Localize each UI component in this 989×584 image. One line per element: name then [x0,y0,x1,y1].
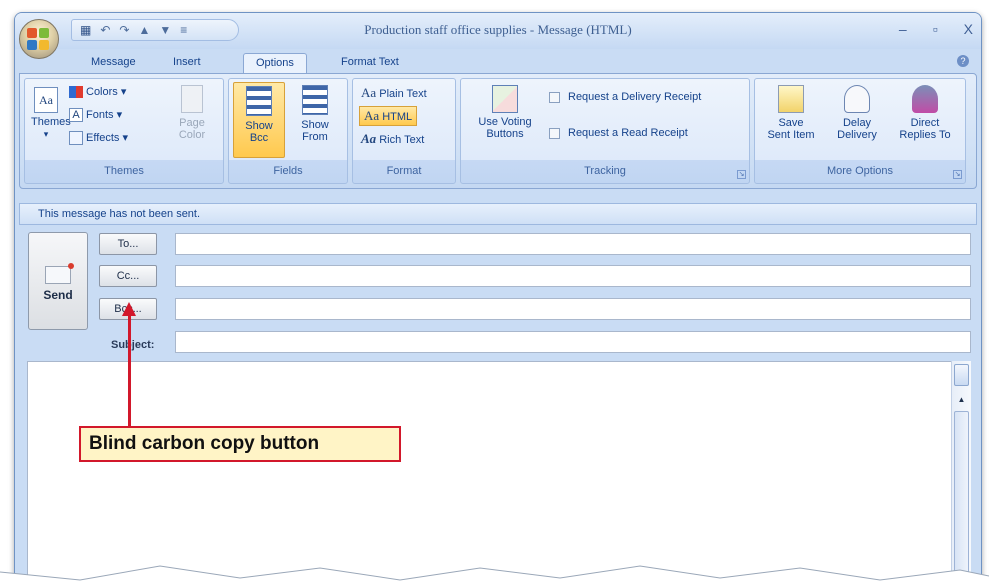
show-bcc-icon [246,86,272,116]
to-button[interactable]: To... [99,233,157,255]
tracking-group-label: Tracking [584,165,626,177]
rich-text-button[interactable]: Aa Rich Text [361,131,424,147]
page-color-button[interactable]: Page Color [173,85,211,141]
callout-line [128,314,131,428]
themes-icon: Aa [34,87,58,113]
minimize-button[interactable]: – [899,21,907,37]
dialog-launcher-icon[interactable]: ↘ [737,170,746,179]
to-field[interactable] [175,233,971,255]
themes-group-label: Themes [104,165,144,177]
dialog-launcher-icon[interactable]: ↘ [953,170,962,179]
clock-icon [844,85,870,113]
scroll-thumb[interactable] [954,411,969,584]
send-button[interactable]: Send [28,232,88,330]
office-button[interactable] [19,19,59,59]
page-color-icon [181,85,203,113]
maximize-button[interactable]: ▫ [933,21,938,37]
html-icon: Aa [364,108,380,123]
tab-message[interactable]: Message [79,53,148,73]
read-receipt-checkbox[interactable]: Request a Read Receipt [549,127,688,139]
fonts-icon: A [69,108,83,123]
tab-format-text[interactable]: Format Text [329,53,411,73]
ribbon: Aa Themes ▾ Colors ▾ A Fonts ▾ Effects ▾ P… [19,73,977,189]
office-logo-icon [27,28,51,50]
plain-text-icon: Aa [361,85,377,100]
format-group-label: Format [386,165,422,177]
title-bar: ▦ ↶ ↷ ▲ ▼ ≡ Production staff office supp… [15,13,981,59]
format-group: Aa Plain Text Aa HTML Aa Rich Text Forma… [352,78,456,184]
message-window: ▦ ↶ ↷ ▲ ▼ ≡ Production staff office supp… [14,12,982,584]
show-from-button[interactable]: Show From [289,85,341,143]
checkbox-icon [549,91,560,103]
themes-button[interactable]: Aa Themes ▾ [31,87,71,140]
subject-field[interactable] [175,331,971,353]
fields-group: Show Bcc Show From Fields [228,78,348,184]
save-sent-item-button[interactable]: Save Sent Item [759,85,823,141]
voting-icon [492,85,518,113]
more-options-group: Save Sent Item Delay Delivery Direct Rep… [754,78,966,184]
delay-delivery-button[interactable]: Delay Delivery [825,85,889,141]
direct-replies-icon [912,85,938,113]
effects-button[interactable]: Effects ▾ [69,131,128,146]
fields-group-label: Fields [273,165,303,177]
envelope-icon [45,263,74,284]
tab-options[interactable]: Options [243,53,307,73]
info-bar: This message has not been sent. [19,203,977,225]
checkbox-icon [549,127,560,139]
use-voting-buttons[interactable]: Use Voting Buttons [469,85,541,140]
close-button[interactable]: X [964,21,973,37]
more-options-group-label: More Options [826,165,894,177]
delivery-receipt-checkbox[interactable]: Request a Delivery Receipt [549,91,701,103]
plain-text-button[interactable]: Aa Plain Text [361,85,427,101]
show-bcc-button[interactable]: Show Bcc [233,82,285,158]
cc-field[interactable] [175,265,971,287]
effects-icon [69,131,83,146]
window-controls: – ▫ X [899,21,973,37]
message-body[interactable] [27,361,971,584]
help-icon[interactable]: ? [957,55,969,67]
rich-text-icon: Aa [361,131,377,146]
colors-button[interactable]: Colors ▾ [69,85,126,99]
bcc-field[interactable] [175,298,971,320]
html-format-button[interactable]: Aa HTML [359,106,418,126]
torn-edge [0,565,989,584]
cc-button[interactable]: Cc... [99,265,157,287]
callout-label: Blind carbon copy button [79,426,401,462]
ruler-toggle-icon[interactable] [954,364,969,386]
fonts-button[interactable]: A Fonts ▾ [69,108,122,123]
colors-icon [69,86,83,99]
themes-group: Aa Themes ▾ Colors ▾ A Fonts ▾ Effects ▾ P… [24,78,224,184]
tab-insert[interactable]: Insert [161,53,213,73]
direct-replies-button[interactable]: Direct Replies To [891,85,959,141]
save-sent-item-icon [778,85,804,113]
tracking-group: Use Voting Buttons Request a Delivery Re… [460,78,750,184]
ribbon-tabs: Message Insert Options Format Text ? [15,49,981,73]
show-from-icon [302,85,328,115]
scroll-up-icon[interactable]: ▲ [954,395,969,407]
subject-label: Subject: [111,339,155,351]
window-title: Production staff office supplies - Messa… [364,22,632,37]
scrollbar[interactable]: ▲ [951,361,971,584]
